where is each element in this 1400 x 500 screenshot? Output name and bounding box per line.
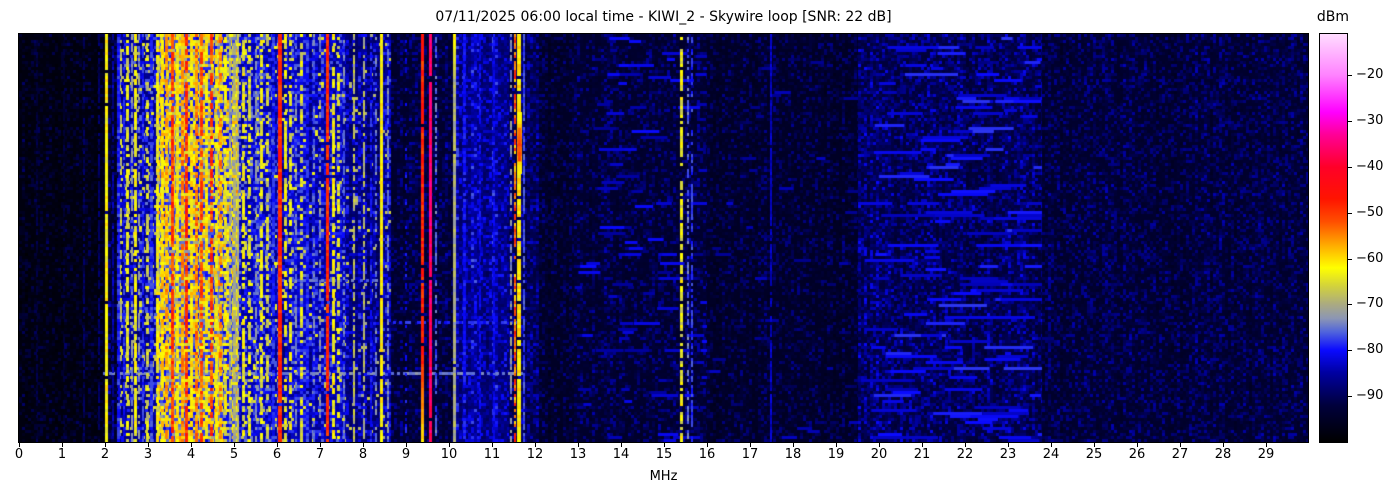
colorbar-tick-label: −40 xyxy=(1356,159,1384,174)
x-tick-label: 24 xyxy=(1042,447,1060,462)
colorbar-tick-label: −20 xyxy=(1356,67,1384,82)
colorbar xyxy=(1319,33,1348,443)
plot-area xyxy=(18,33,1309,443)
x-tick-label: 14 xyxy=(612,447,630,462)
x-axis-label: MHz xyxy=(649,469,678,484)
x-tick-label: 11 xyxy=(483,447,501,462)
x-tick-label: 26 xyxy=(1128,447,1146,462)
x-tick-label: 3 xyxy=(143,447,153,462)
colorbar-tick-label: −80 xyxy=(1356,342,1384,357)
colorbar-tick-label: −60 xyxy=(1356,251,1384,266)
x-tick-label: 21 xyxy=(913,447,931,462)
colorbar-tick-mark xyxy=(1348,350,1352,351)
colorbar-tick-mark xyxy=(1348,121,1352,122)
chart-title: 07/11/2025 06:00 local time - KIWI_2 - S… xyxy=(435,9,892,25)
x-tick-label: 2 xyxy=(100,447,110,462)
x-tick-label: 4 xyxy=(186,447,196,462)
x-tick-label: 25 xyxy=(1085,447,1103,462)
x-tick-label: 18 xyxy=(784,447,802,462)
x-tick-label: 13 xyxy=(569,447,587,462)
colorbar-tick-label: −90 xyxy=(1356,388,1384,403)
x-tick-label: 0 xyxy=(14,447,24,462)
colorbar-tick-mark xyxy=(1348,75,1352,76)
x-tick-label: 28 xyxy=(1214,447,1232,462)
x-tick-label: 15 xyxy=(655,447,673,462)
spectrogram-figure: 07/11/2025 06:00 local time - KIWI_2 - S… xyxy=(0,0,1400,500)
colorbar-tick-mark xyxy=(1348,167,1352,168)
x-tick-label: 7 xyxy=(315,447,325,462)
x-tick-label: 6 xyxy=(272,447,282,462)
x-tick-label: 8 xyxy=(358,447,368,462)
colorbar-tick-label: −50 xyxy=(1356,205,1384,220)
x-tick-label: 27 xyxy=(1171,447,1189,462)
colorbar-tick-mark xyxy=(1348,304,1352,305)
x-tick-label: 12 xyxy=(526,447,544,462)
x-tick-label: 20 xyxy=(870,447,888,462)
colorbar-unit-label: dBm xyxy=(1316,9,1350,25)
colorbar-tick-label: −70 xyxy=(1356,296,1384,311)
x-tick-label: 1 xyxy=(57,447,67,462)
x-tick-label: 16 xyxy=(698,447,716,462)
x-tick-label: 9 xyxy=(401,447,411,462)
x-tick-label: 17 xyxy=(741,447,759,462)
x-tick-label: 22 xyxy=(956,447,974,462)
x-tick-label: 19 xyxy=(827,447,845,462)
colorbar-tick-mark xyxy=(1348,259,1352,260)
x-tick-label: 5 xyxy=(229,447,239,462)
colorbar-tick-mark xyxy=(1348,213,1352,214)
x-tick-label: 29 xyxy=(1257,447,1275,462)
colorbar-tick-mark xyxy=(1348,396,1352,397)
x-tick-label: 10 xyxy=(440,447,458,462)
colorbar-gradient xyxy=(1320,34,1347,442)
x-tick-label: 23 xyxy=(999,447,1017,462)
colorbar-tick-label: −30 xyxy=(1356,113,1384,128)
spectrogram-canvas xyxy=(19,34,1308,442)
